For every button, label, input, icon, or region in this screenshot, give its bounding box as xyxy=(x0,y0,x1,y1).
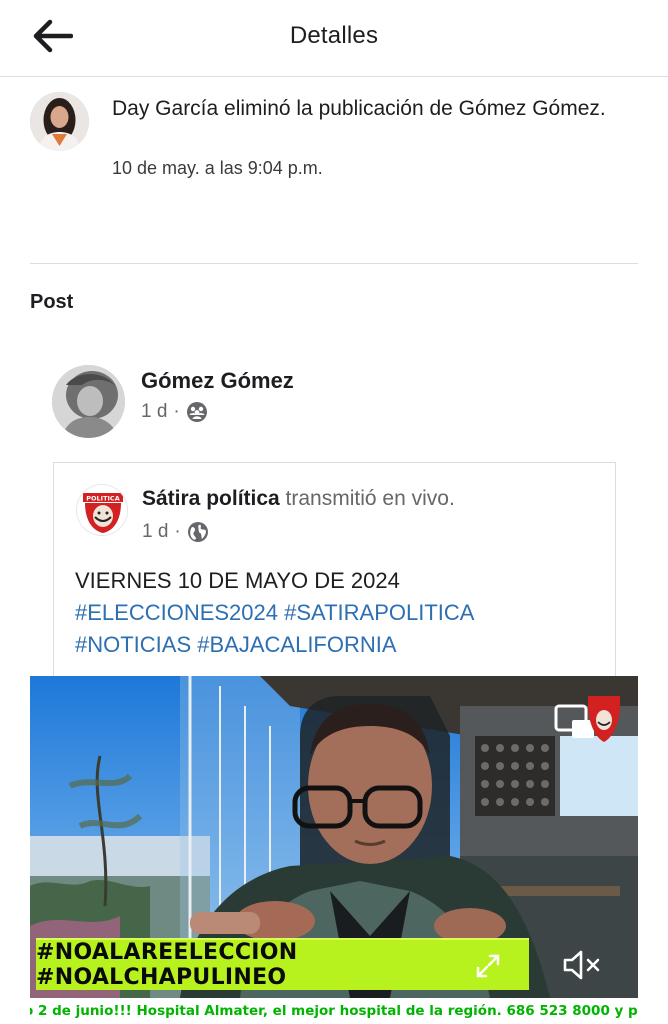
expand-icon[interactable] xyxy=(474,952,502,980)
section-label: Post xyxy=(30,291,74,313)
page-name[interactable]: Sátira política xyxy=(142,487,280,510)
hashtag-link[interactable]: #BAJACALIFORNIA xyxy=(197,632,396,657)
video-caption-banner: #NOALAREELECCION #NOALCHAPULINEO xyxy=(36,938,529,990)
page-title: Detalles xyxy=(289,22,379,49)
activity-description: Day García eliminó la publicación de Góm… xyxy=(112,97,606,120)
hashtag-link[interactable]: #ELECCIONES2024 xyxy=(75,600,278,625)
volume-muted-icon xyxy=(563,950,600,980)
shared-post-time[interactable]: 1 d xyxy=(142,521,168,543)
live-action-text: transmitió en vivo. xyxy=(279,487,455,510)
logo-text: POLITICA xyxy=(86,495,120,503)
avatar[interactable] xyxy=(52,365,125,438)
news-ticker: o 2 de junio!!! Hospital Almater, el mej… xyxy=(30,998,638,1024)
picture-in-picture-logo[interactable] xyxy=(552,694,622,750)
globe-icon xyxy=(187,522,208,542)
top-bar: Detalles xyxy=(0,0,668,77)
avatar[interactable] xyxy=(30,92,89,151)
divider xyxy=(30,263,638,264)
post-header: Gómez Gómez 1 d · xyxy=(52,365,612,445)
shared-post-meta: 1 d · xyxy=(142,521,209,543)
post-time[interactable]: 1 d xyxy=(141,401,167,423)
friends-icon xyxy=(186,402,207,422)
post-meta: 1 d · xyxy=(141,401,208,423)
shared-post-header: Sátira política transmitió en vivo. xyxy=(142,487,455,511)
shared-post-card[interactable]: POLITICA Sátira política transmitió en v… xyxy=(53,462,616,676)
hashtag-link[interactable]: #NOTICIAS xyxy=(75,632,191,657)
page-avatar[interactable]: POLITICA xyxy=(76,484,128,536)
mute-button[interactable] xyxy=(562,948,602,982)
ticker-text: o 2 de junio!!! Hospital Almater, el mej… xyxy=(30,1003,638,1019)
post-text: VIERNES 10 DE MAYO DE 2024 #ELECCIONES20… xyxy=(75,565,605,661)
activity-timestamp: 10 de may. a las 9:04 p.m. xyxy=(112,158,323,178)
meta-separator: · xyxy=(173,401,180,422)
hashtag-link[interactable]: #SATIRAPOLITICA xyxy=(284,600,474,625)
post-text-line: VIERNES 10 DE MAYO DE 2024 xyxy=(75,568,400,593)
live-video-player[interactable]: #NOALAREELECCION #NOALCHAPULINEO xyxy=(30,676,638,998)
meta-separator: · xyxy=(174,521,181,542)
author-name[interactable]: Gómez Gómez xyxy=(141,368,294,394)
